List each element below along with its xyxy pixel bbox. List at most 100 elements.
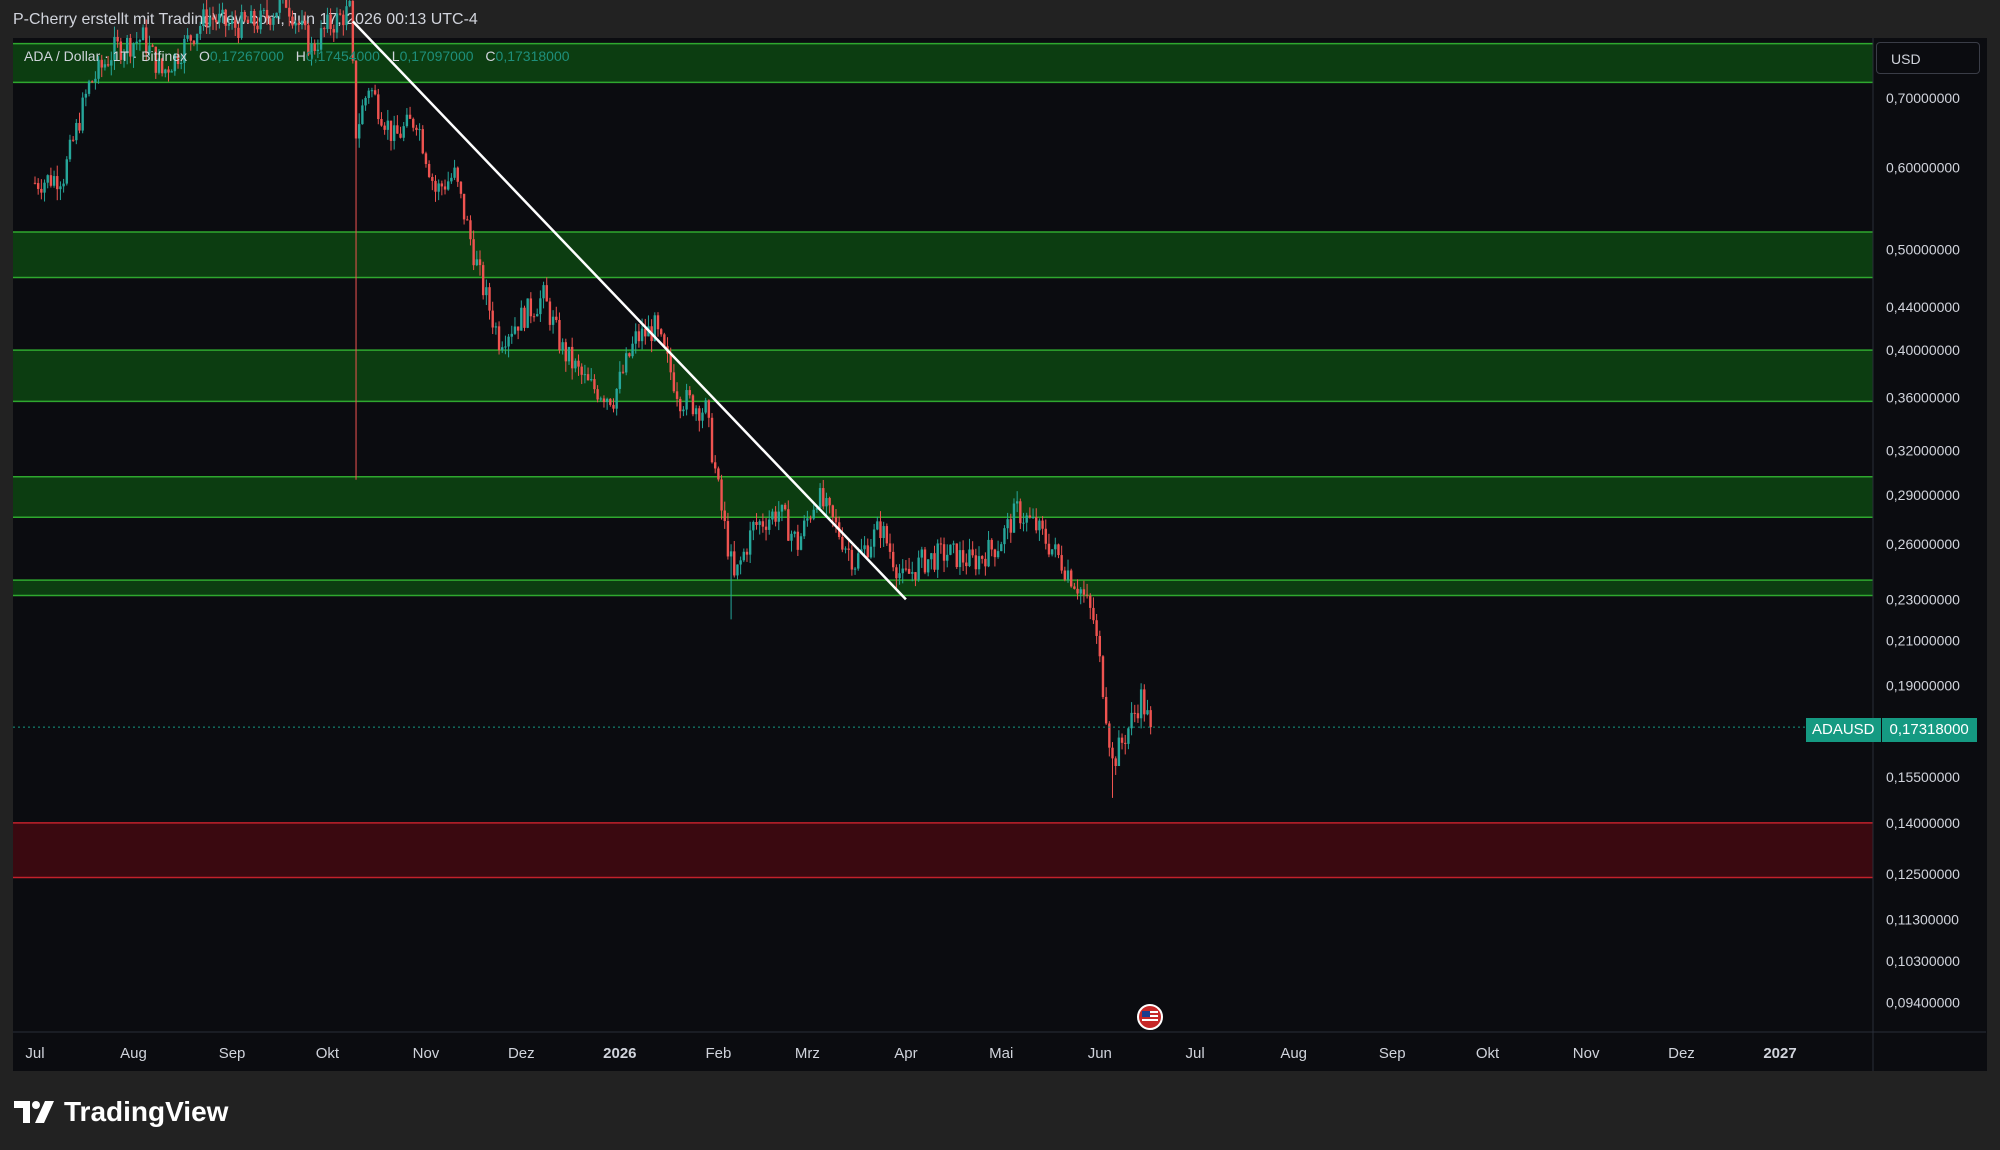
support-zone [13,350,1873,402]
candle-body [504,346,507,348]
candle-body [272,17,275,25]
candle-body [437,183,440,192]
candle-body [993,549,997,558]
candle-body [637,331,641,342]
candle-body [33,182,37,184]
candle-body [275,12,278,18]
candle-body [501,347,504,351]
candle-body [284,0,288,8]
candle-body [402,126,405,138]
candle-body [806,518,809,521]
time-tick-label: Aug [120,1045,147,1062]
candle-body [965,562,968,567]
candle-body [481,265,485,296]
candle-body [214,19,218,23]
candle-body [1136,713,1140,719]
candle-body [748,530,752,555]
symbol-title: ADA / Dollar · 1T · Bitfinex [24,48,188,64]
candle-body [752,522,755,531]
candle-body [246,19,250,24]
candle-body [94,78,97,83]
price-tick-label: 0,15500000 [1886,769,1960,785]
candle-body [1104,696,1108,724]
candle-body [164,69,167,74]
candle-body [679,398,682,412]
candle-body [218,13,221,23]
candle-body [729,551,733,557]
candle-body [707,400,711,418]
candle-body [866,545,869,558]
currency-selector[interactable]: USD [1876,42,1980,74]
candle-body [831,505,835,518]
candle-body [720,479,723,511]
candle-body [249,10,253,24]
candle-body [774,511,777,522]
price-tick-label: 0,14000000 [1886,815,1960,831]
candle-body [68,139,72,160]
candle-body [421,129,424,154]
candle-body [211,17,215,20]
candle-body [955,543,958,568]
candle-body [914,572,917,580]
candle-body [771,511,774,520]
candle-body [459,181,463,194]
high-label: H [295,48,306,64]
candle-body [586,374,590,381]
candle-body [745,551,749,555]
candle-body [354,60,358,139]
candle-body [977,556,981,570]
candle-body [364,97,367,106]
candle-body [332,29,335,33]
candle-body [1012,503,1016,533]
candle-body [1082,589,1086,595]
candle-body [545,285,548,302]
candle-body [841,536,844,550]
candle-body [872,529,876,547]
candle-body [1047,543,1051,555]
candle-body [84,93,88,98]
candle-body [669,353,672,373]
candle-body [644,328,647,337]
candle-body [1025,515,1028,523]
price-tick-label: 0,09400000 [1886,994,1960,1010]
candle-body [494,326,498,328]
candle-body [208,17,212,27]
price-chart[interactable]: 0,70000000 0,60000000 0,50000000 0,44000000… [0,0,2000,1150]
candle-body [389,120,393,141]
candle-body [971,549,974,556]
candle-body [961,550,965,563]
candle-body [516,326,520,331]
candle-body [265,9,269,19]
candle-body [996,551,1000,558]
candle-body [396,125,399,134]
candle-body [520,307,523,331]
candle-body [631,343,634,357]
candle-body [602,398,606,403]
tradingview-brand[interactable]: TradingView [14,1096,228,1128]
candle-body [564,342,568,362]
candle-body [338,13,342,15]
us-flag-event-icon[interactable] [1137,1004,1163,1030]
candle-body [809,518,812,520]
candle-body [628,353,631,357]
candle-body [370,90,374,92]
candle-body [106,64,110,66]
time-tick-label: Okt [1476,1045,1500,1062]
candle-body [49,175,53,186]
candle-body [234,20,237,28]
candle-body [793,531,796,534]
candle-body [335,13,339,33]
candle-body [1009,519,1013,533]
price-tick-label: 0,44000000 [1886,299,1960,315]
candle-body [466,219,469,221]
candle-body [659,329,663,335]
candle-body [958,550,962,568]
time-tick-label: Okt [316,1045,340,1062]
candle-body [621,371,625,373]
candle-body [825,498,828,507]
candle-body [796,531,800,550]
candle-body [386,120,390,130]
candle-body [926,559,930,573]
candle-body [1066,570,1070,580]
candle-body [974,555,978,570]
